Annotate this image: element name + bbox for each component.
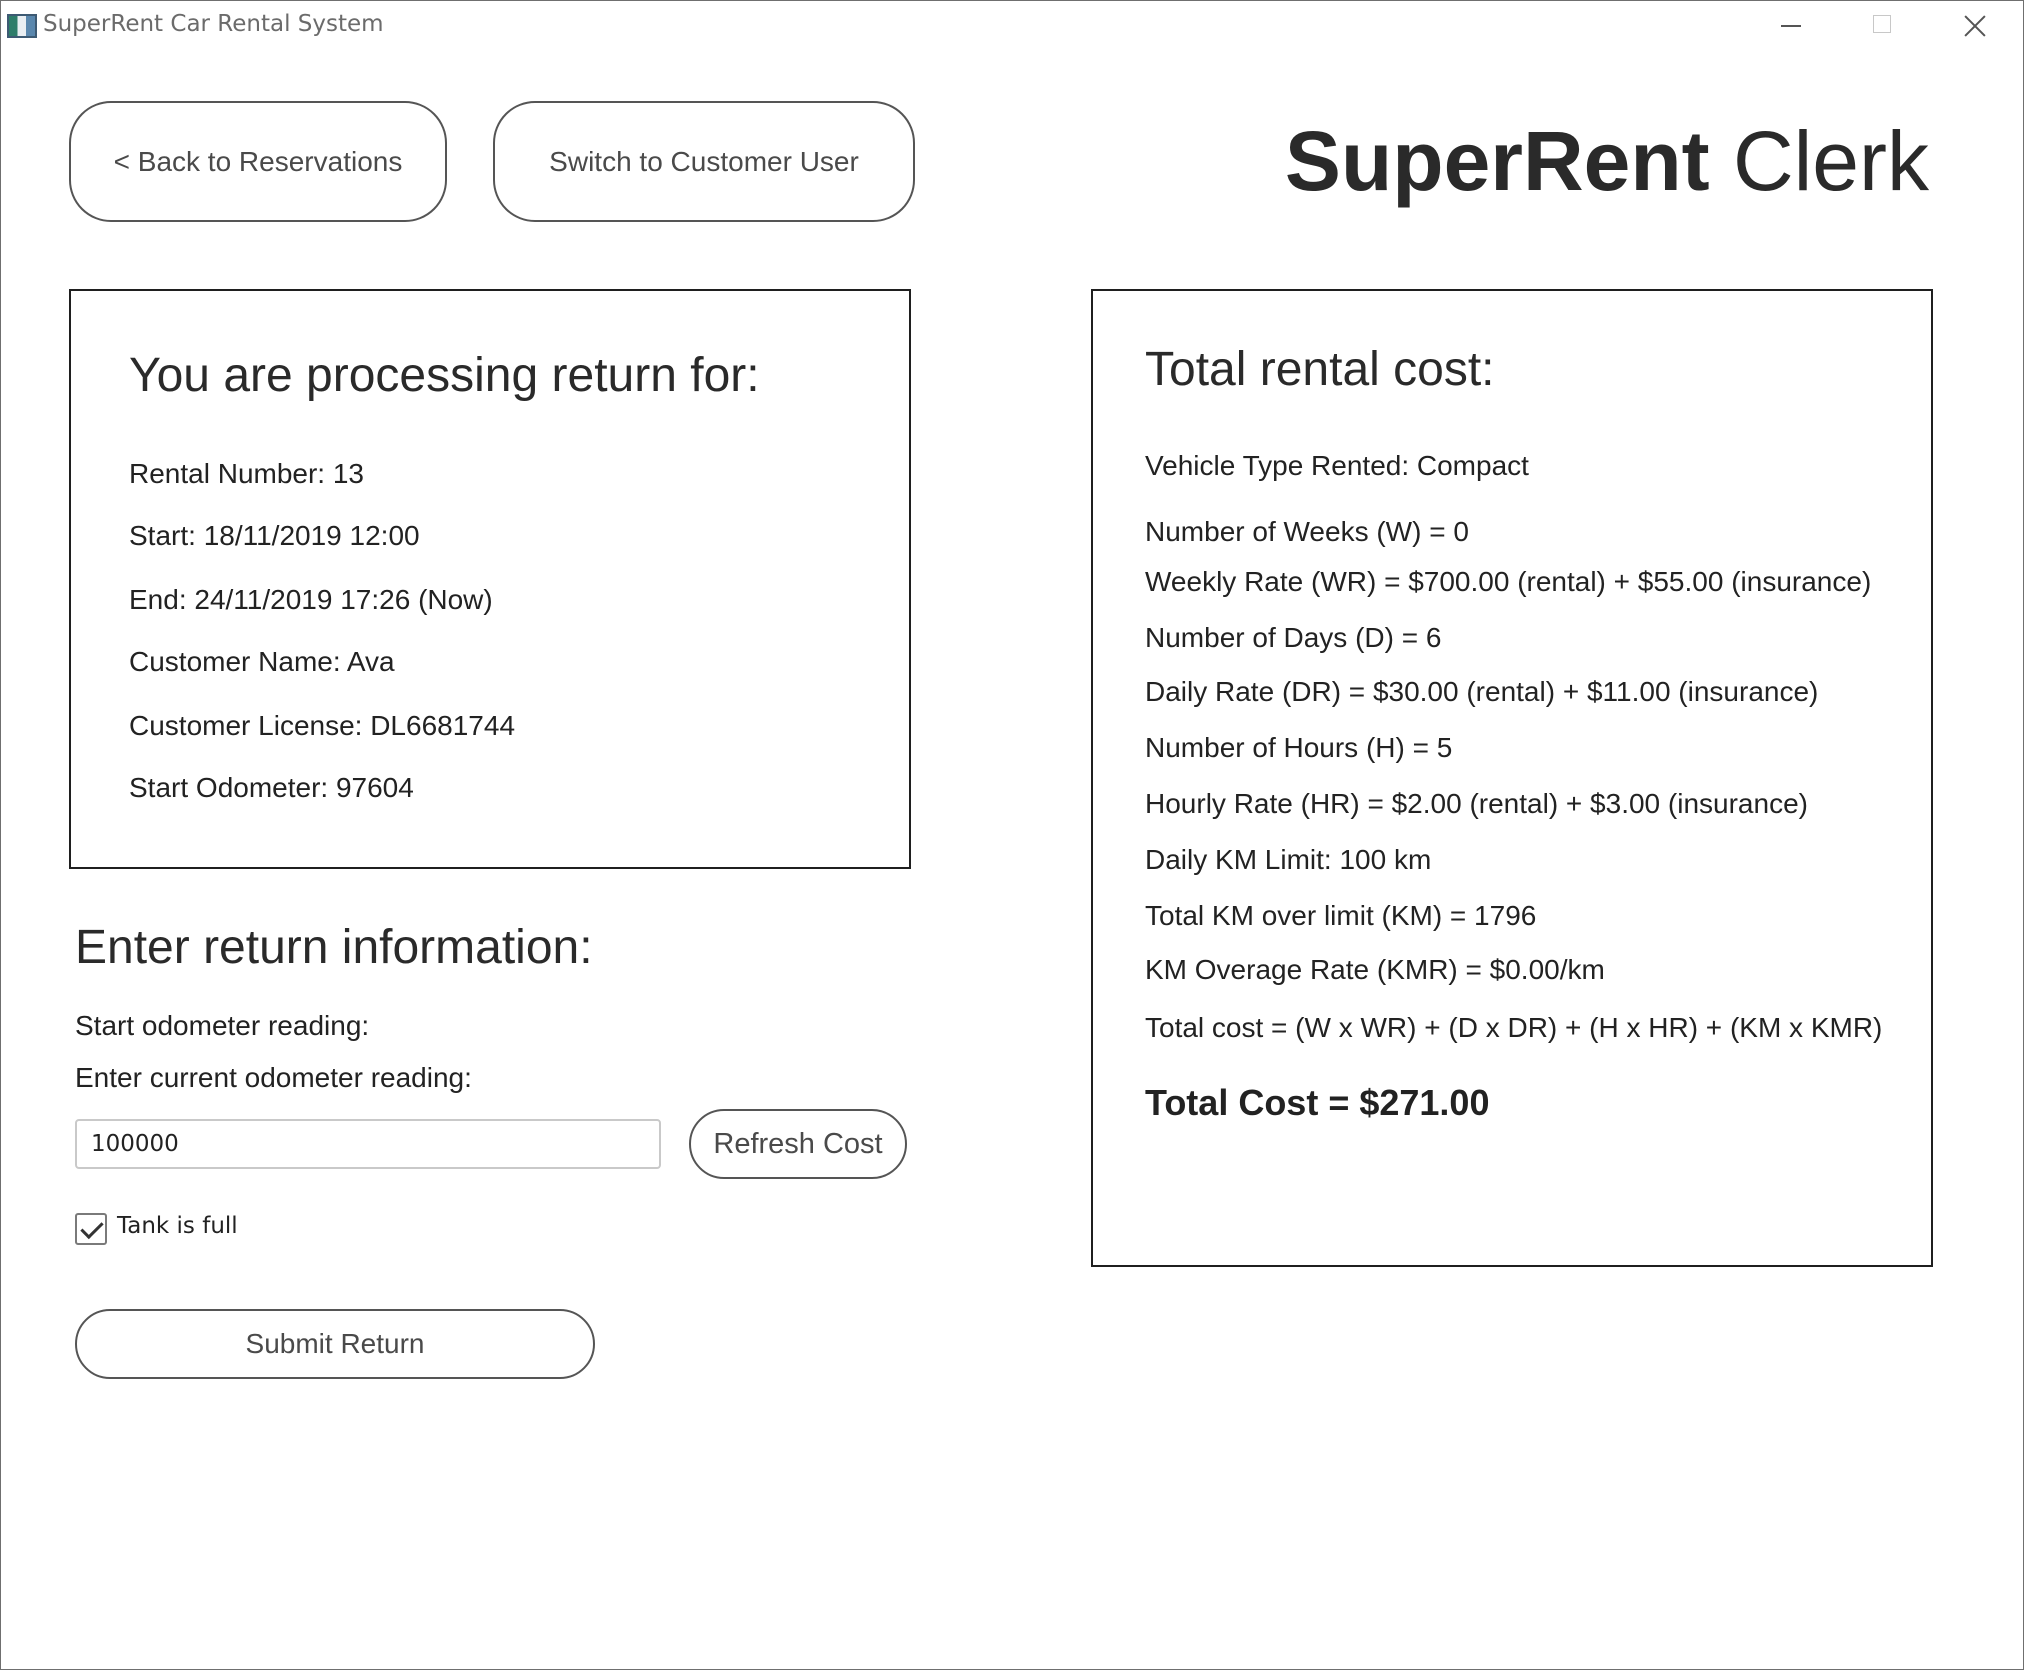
current-odometer-input[interactable]	[75, 1119, 661, 1169]
cost-panel: Total rental cost: Vehicle Type Rented: …	[1091, 289, 1933, 1267]
minimize-icon[interactable]	[1761, 7, 1821, 45]
km-overage-rate: KM Overage Rate (KMR) = $0.00/km	[1145, 954, 1605, 985]
km-over-limit: Total KM over limit (KM) = 1796	[1145, 900, 1537, 931]
rental-info-panel: You are processing return for: Rental Nu…	[69, 289, 911, 869]
submit-return-button[interactable]: Submit Return	[75, 1309, 595, 1379]
refresh-cost-button[interactable]: Refresh Cost	[689, 1109, 907, 1179]
close-icon[interactable]	[1945, 7, 2005, 45]
app-window: SuperRent Car Rental System < Back to Re…	[0, 0, 2024, 1670]
customer-name: Customer Name: Ava	[129, 646, 395, 677]
hourly-rate: Hourly Rate (HR) = $2.00 (rental) + $3.0…	[1145, 788, 1808, 819]
rental-end: End: 24/11/2019 17:26 (Now)	[129, 584, 493, 615]
number-of-weeks: Number of Weeks (W) = 0	[1145, 516, 1469, 547]
page-title: SuperRent Clerk	[1285, 111, 1929, 212]
cost-formula: Total cost = (W x WR) + (D x DR) + (H x …	[1145, 1012, 1883, 1043]
return-info-heading: Enter return information:	[75, 921, 593, 974]
weekly-rate: Weekly Rate (WR) = $700.00 (rental) + $5…	[1145, 566, 1872, 597]
total-cost: Total Cost = $271.00	[1145, 1082, 1490, 1123]
maximize-icon[interactable]	[1853, 7, 1913, 45]
daily-km-limit: Daily KM Limit: 100 km	[1145, 844, 1432, 875]
vehicle-type: Vehicle Type Rented: Compact	[1145, 450, 1529, 481]
number-of-days: Number of Days (D) = 6	[1145, 622, 1442, 653]
current-odometer-label: Enter current odometer reading:	[75, 1062, 472, 1093]
brand-name: SuperRent	[1284, 114, 1710, 208]
app-icon	[7, 14, 37, 38]
rental-info-heading: You are processing return for:	[129, 349, 760, 402]
customer-license: Customer License: DL6681744	[129, 710, 516, 741]
brand-role: Clerk	[1732, 114, 1929, 208]
start-odometer-label: Start odometer reading:	[75, 1010, 370, 1041]
start-odometer: Start Odometer: 97604	[129, 772, 414, 803]
cost-heading: Total rental cost:	[1145, 343, 1495, 396]
back-to-reservations-button[interactable]: < Back to Reservations	[69, 101, 447, 222]
number-of-hours: Number of Hours (H) = 5	[1145, 732, 1453, 763]
window-title: SuperRent Car Rental System	[43, 11, 384, 37]
tank-full-checkbox[interactable]	[75, 1213, 107, 1245]
rental-start: Start: 18/11/2019 12:00	[129, 520, 420, 551]
daily-rate: Daily Rate (DR) = $30.00 (rental) + $11.…	[1145, 676, 1819, 707]
title-bar: SuperRent Car Rental System	[1, 1, 2023, 51]
tank-full-label[interactable]: Tank is full	[117, 1213, 238, 1239]
switch-to-customer-button[interactable]: Switch to Customer User	[493, 101, 915, 222]
rental-number: Rental Number: 13	[129, 458, 365, 489]
